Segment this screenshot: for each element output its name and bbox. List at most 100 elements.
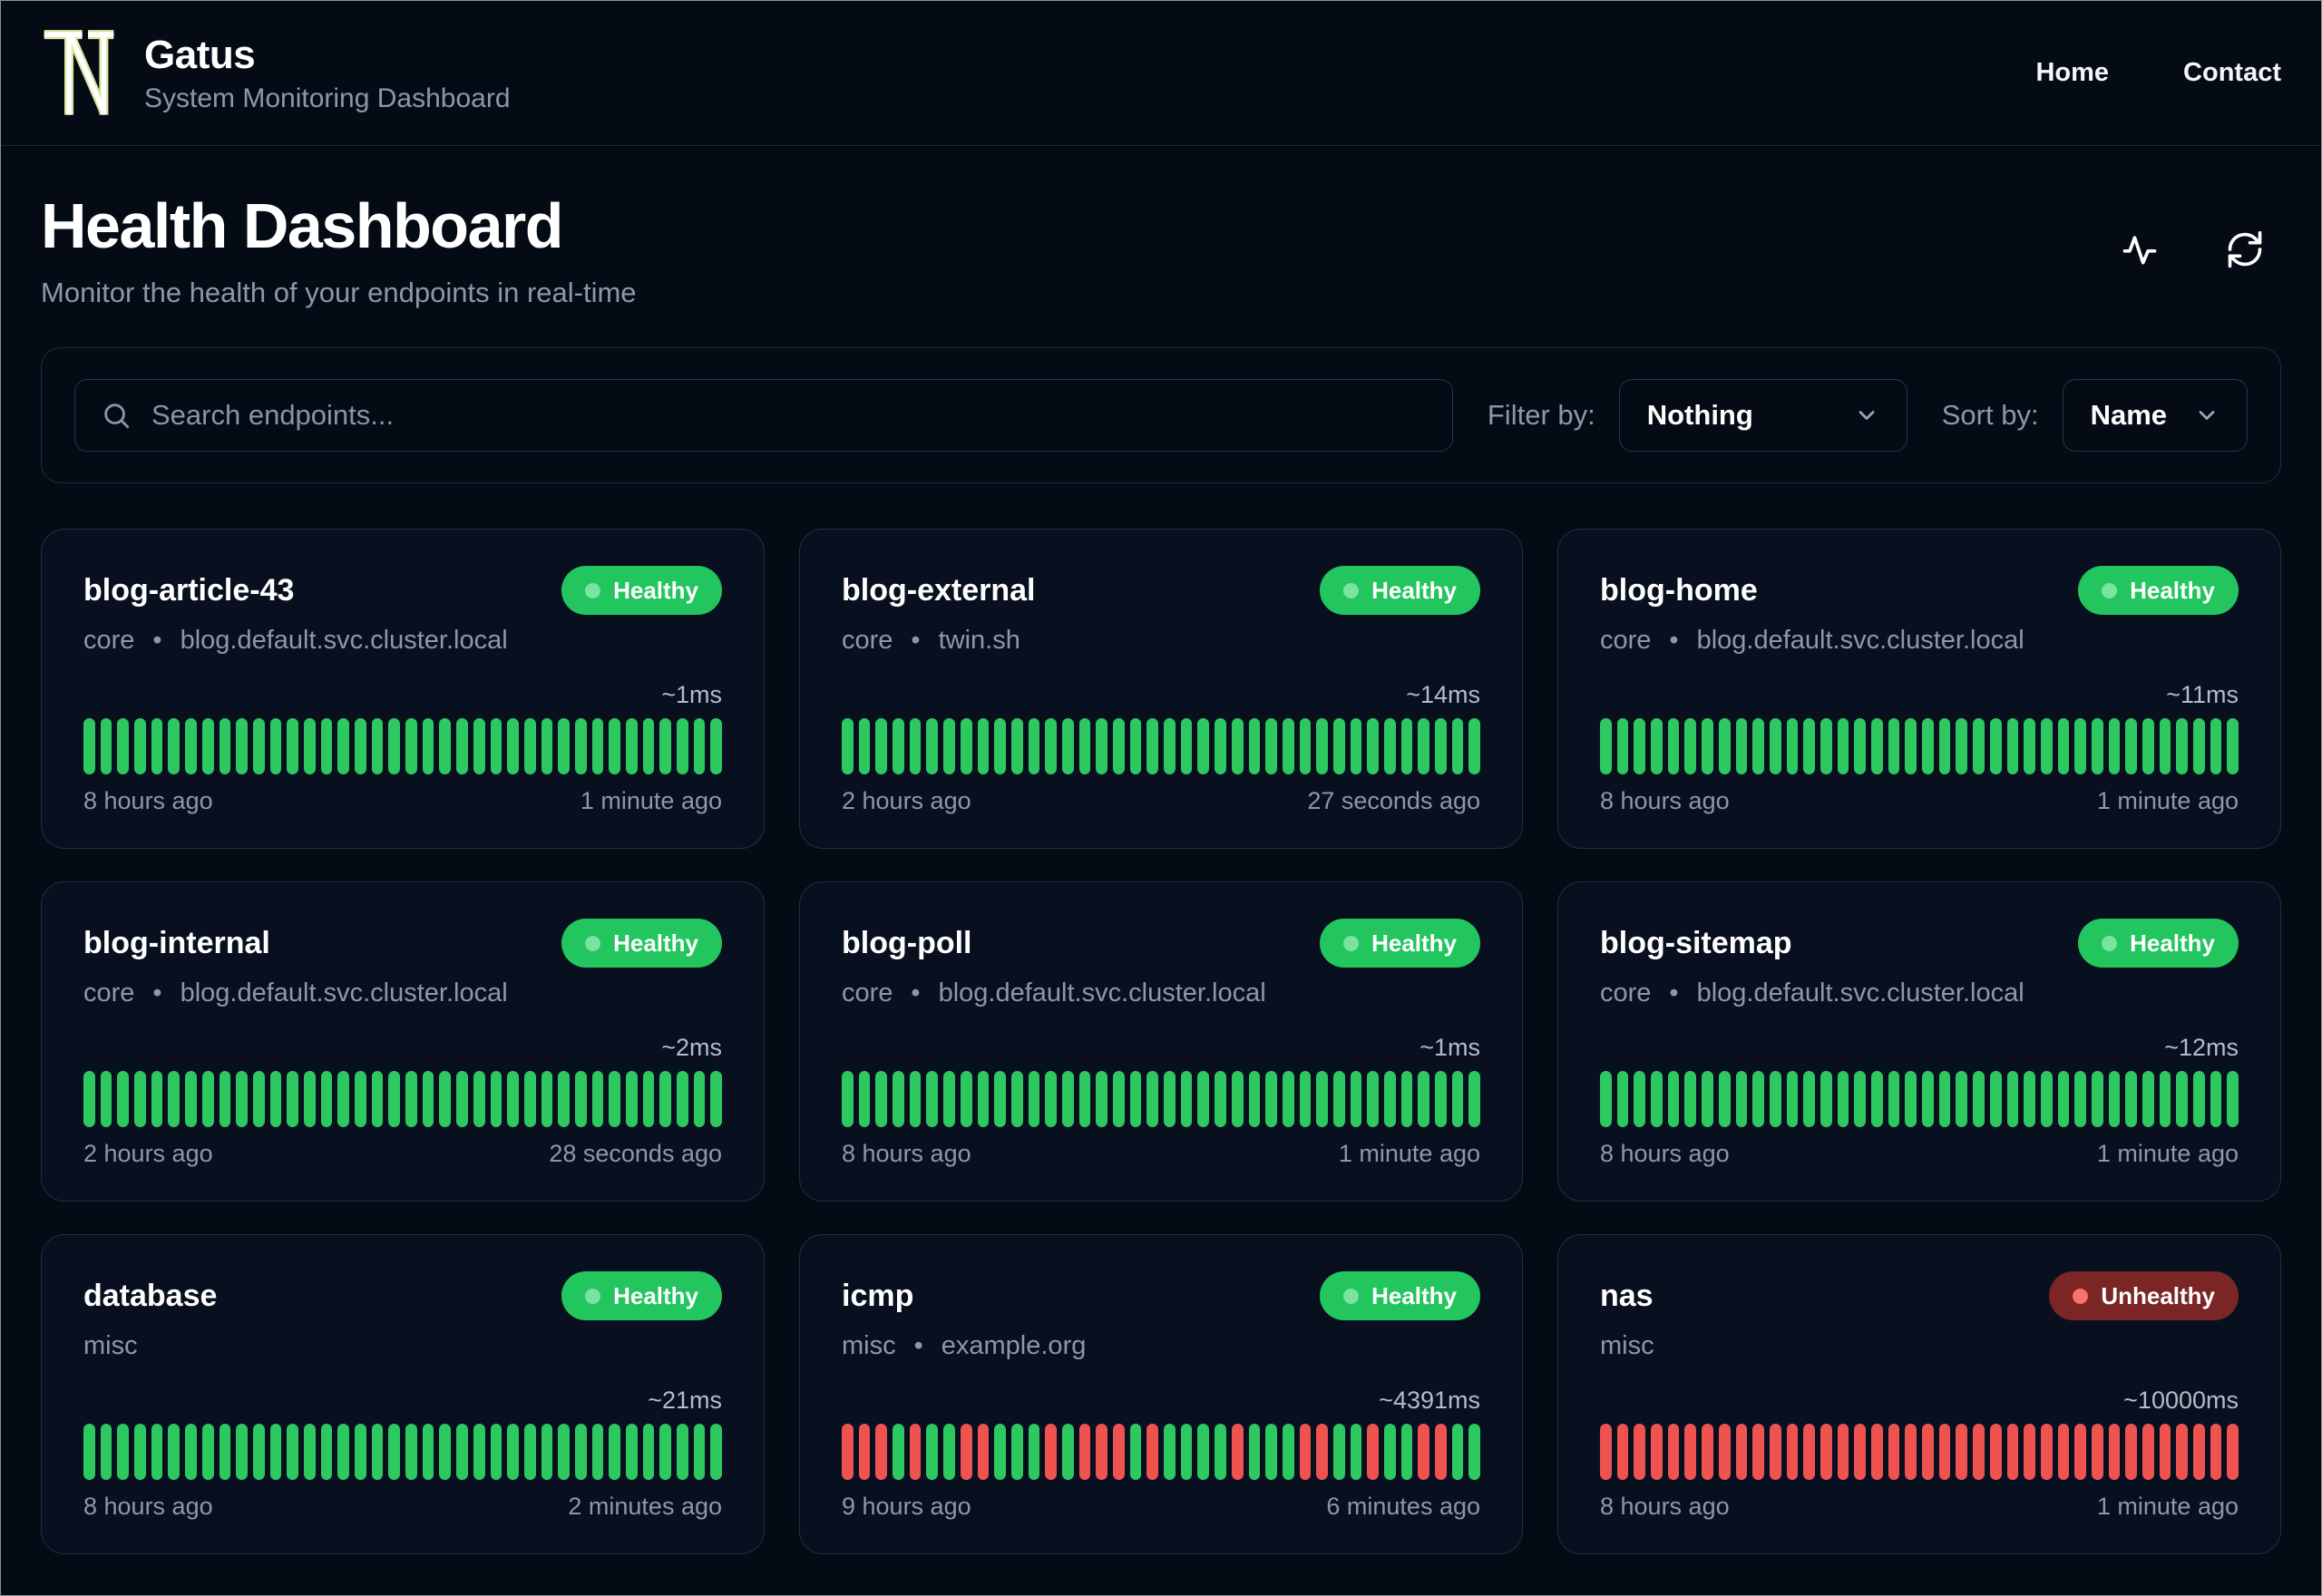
status-bar [909,1424,922,1480]
status-bar [185,718,197,774]
page-head-actions [2120,229,2281,269]
status-bar [609,1071,620,1127]
status-bar [1854,1071,1866,1127]
status-bar [388,718,401,774]
filter-select[interactable]: Nothing [1618,379,1907,452]
status-bar [574,1071,587,1127]
status-bar [1332,1071,1345,1127]
status-bar [1061,718,1074,774]
status-bar [2108,1071,2121,1127]
status-bar [388,1424,401,1480]
status-bar [2159,718,2171,774]
status-bar [490,1071,502,1127]
status-bar [236,718,248,774]
endpoint-card[interactable]: nas Unhealthy misc ~10000ms 8 hours ago … [1557,1234,2281,1554]
endpoint-card[interactable]: blog-home Healthy core • blog.default.sv… [1557,529,2281,849]
status-bar [1667,1071,1680,1127]
endpoint-card[interactable]: blog-article-43 Healthy core • blog.defa… [41,529,765,849]
card-header: blog-internal Healthy [83,919,722,968]
status-bar [1113,1071,1125,1127]
endpoint-card[interactable]: blog-external Healthy core • twin.sh ~14… [799,529,1523,849]
card-footer: 8 hours ago 1 minute ago [1600,787,2239,815]
refresh-icon[interactable] [2225,229,2265,269]
status-bar [2125,1071,2137,1127]
endpoint-name: nas [1600,1278,1654,1313]
status-bar [320,1424,333,1480]
status-bar [1010,1071,1023,1127]
status-bar [456,1071,468,1127]
status-bar [626,1424,638,1480]
status-bar [219,718,231,774]
status-bar [858,1424,871,1480]
status-bar [523,718,536,774]
nav-contact-link[interactable]: Contact [2183,58,2281,88]
status-bar [1045,718,1057,774]
card-footer: 8 hours ago 1 minute ago [842,1140,1480,1168]
status-bar [1197,1071,1210,1127]
status-dot-icon [2102,935,2118,951]
status-bar [1769,718,1781,774]
status-bar [1718,718,1731,774]
card-header: blog-home Healthy [1600,566,2239,615]
status-badge: Healthy [2078,919,2239,968]
status-bar [541,1071,553,1127]
status-bar [337,1424,349,1480]
history-end-time: 1 minute ago [2096,1140,2239,1167]
status-bar [2091,1424,2103,1480]
status-bar [1435,1071,1447,1127]
status-bar [1938,718,1951,774]
history-start-time: 8 hours ago [83,787,213,814]
status-dot-icon [2073,1288,2089,1304]
endpoint-name: blog-internal [83,925,270,960]
status-bar [2074,718,2086,774]
status-bar [2091,718,2103,774]
endpoint-card[interactable]: blog-internal Healthy core • blog.defaul… [41,881,765,1202]
card-footer: 8 hours ago 1 minute ago [1600,1140,2239,1168]
status-bar [1803,1424,1815,1480]
meta-separator: • [911,978,921,1007]
status-bar [439,1071,452,1127]
endpoint-card[interactable]: blog-poll Healthy core • blog.default.sv… [799,881,1523,1202]
status-bar [842,718,854,774]
endpoint-card[interactable]: blog-sitemap Healthy core • blog.default… [1557,881,2281,1202]
status-bar [1702,1071,1713,1127]
endpoint-card[interactable]: icmp Healthy misc • example.org ~4391ms … [799,1234,1523,1554]
endpoint-card[interactable]: database Healthy misc ~21ms 8 hours ago … [41,1234,765,1554]
status-bar [677,718,688,774]
status-label: Healthy [1371,576,1457,604]
status-bar [269,1071,282,1127]
status-bar [558,1071,570,1127]
status-bar [1096,1071,1107,1127]
sort-select[interactable]: Name [2062,379,2248,452]
status-bar [2057,1424,2070,1480]
card-footer: 2 hours ago 27 seconds ago [842,787,1480,815]
status-bar [1146,1424,1159,1480]
uptime-bars [842,1424,1481,1480]
status-bar [117,718,130,774]
status-bar [626,1071,638,1127]
status-bar [943,718,955,774]
status-label: Healthy [613,576,698,604]
endpoint-meta: core • blog.default.svc.cluster.local [1600,626,2239,656]
latency-value: ~1ms [1420,1034,1480,1061]
status-bar [2040,1424,2053,1480]
status-bar [1248,718,1261,774]
status-bar [2142,718,2154,774]
status-bar [609,718,620,774]
status-dot-icon [1343,1288,1360,1304]
search-input[interactable] [151,399,1427,432]
status-bar [1282,1071,1294,1127]
status-bar [2193,718,2205,774]
activity-icon[interactable] [2120,229,2160,269]
endpoint-grid: blog-article-43 Healthy core • blog.defa… [41,529,2281,1581]
status-bar [1045,1071,1057,1127]
status-bar [1129,718,1142,774]
status-bar [591,718,604,774]
status-bar [405,718,417,774]
status-bar [1786,1071,1799,1127]
status-badge: Healthy [1320,1271,1480,1320]
history-start-time: 8 hours ago [1600,1140,1730,1167]
status-bar [439,718,452,774]
nav-home-link[interactable]: Home [2035,58,2109,88]
status-bar [1299,1071,1312,1127]
